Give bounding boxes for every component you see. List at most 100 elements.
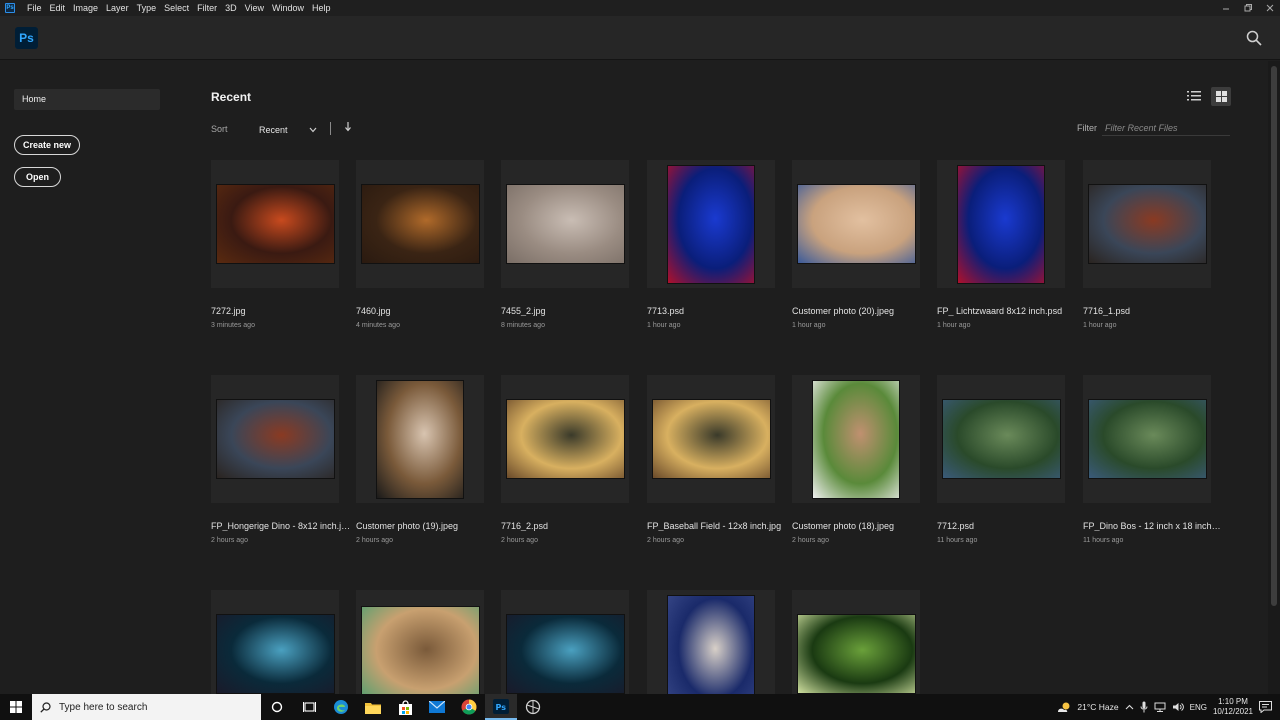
menu-3d[interactable]: 3D — [221, 0, 241, 16]
restore-icon[interactable] — [1244, 4, 1252, 12]
menu-window[interactable]: Window — [268, 0, 308, 16]
weather-text[interactable]: 21°C Haze — [1077, 702, 1118, 712]
file-modified-time: 2 hours ago — [211, 537, 248, 544]
file-thumbnail — [1087, 184, 1207, 264]
notifications-icon[interactable] — [1259, 701, 1272, 713]
start-button[interactable] — [0, 694, 32, 720]
sidebar-item-home[interactable]: Home — [14, 89, 160, 110]
open-button[interactable]: Open — [14, 167, 61, 187]
menu-type[interactable]: Type — [133, 0, 161, 16]
file-modified-time: 3 minutes ago — [211, 322, 255, 329]
menu-file[interactable]: File — [23, 0, 46, 16]
file-thumbnail-frame[interactable] — [501, 590, 629, 694]
recent-file-tile[interactable] — [647, 590, 775, 694]
scrollbar-thumb[interactable] — [1271, 66, 1277, 606]
grid-view-button[interactable] — [1211, 87, 1231, 106]
recent-file-tile[interactable] — [501, 590, 629, 694]
file-thumbnail-frame[interactable] — [792, 375, 920, 503]
file-thumbnail-frame[interactable] — [501, 375, 629, 503]
clock[interactable]: 1:10 PM 10/12/2021 — [1213, 697, 1253, 717]
file-thumbnail-frame[interactable] — [1083, 375, 1211, 503]
create-new-button[interactable]: Create new — [14, 135, 80, 155]
filter-input[interactable] — [1102, 120, 1230, 136]
file-thumbnail-frame[interactable] — [211, 160, 339, 288]
chrome-icon[interactable] — [453, 694, 485, 720]
task-view-icon[interactable] — [293, 694, 325, 720]
menu-filter[interactable]: Filter — [193, 0, 221, 16]
recent-file-tile[interactable]: FP_Baseball Field - 12x8 inch.jpg 2 hours… — [647, 375, 781, 544]
menu-help[interactable]: Help — [308, 0, 335, 16]
file-thumbnail-frame[interactable] — [211, 375, 339, 503]
menu-select[interactable]: Select — [160, 0, 193, 16]
weather-icon[interactable] — [1057, 701, 1071, 713]
keyboard-language[interactable]: ENG — [1190, 703, 1207, 712]
recent-file-tile[interactable] — [211, 590, 339, 694]
file-modified-time: 8 minutes ago — [501, 322, 545, 329]
cortana-icon[interactable] — [261, 694, 293, 720]
minimize-icon[interactable] — [1222, 4, 1230, 12]
file-explorer-icon[interactable] — [357, 694, 389, 720]
edge-icon[interactable] — [325, 694, 357, 720]
recent-file-tile[interactable]: Customer photo (20).jpeg 1 hour ago — [792, 160, 920, 329]
taskbar-search-input[interactable] — [59, 701, 249, 713]
microphone-icon[interactable] — [1140, 701, 1148, 713]
recent-file-tile[interactable]: 7713.psd 1 hour ago — [647, 160, 775, 329]
network-icon[interactable] — [1154, 702, 1166, 712]
mail-icon[interactable] — [421, 694, 453, 720]
file-thumbnail-frame[interactable] — [1083, 160, 1211, 288]
sort-dropdown[interactable]: Recent — [259, 123, 317, 137]
file-thumbnail-frame[interactable] — [501, 160, 629, 288]
file-thumbnail-frame[interactable] — [647, 590, 775, 694]
file-name: 7455_2.jpg — [501, 306, 546, 316]
recent-file-tile[interactable] — [792, 590, 920, 694]
recent-file-tile[interactable]: FP_Hongerige Dino - 8x12 inch.jpg 2 hours… — [211, 375, 351, 544]
recent-file-tile[interactable]: FP_ Lichtzwaard 8x12 inch.psd 1 hour ago — [937, 160, 1065, 329]
file-name: FP_ Lichtzwaard 8x12 inch.psd — [937, 306, 1063, 316]
file-thumbnail-frame[interactable] — [937, 375, 1065, 503]
menu-layer[interactable]: Layer — [102, 0, 133, 16]
file-thumbnail-frame[interactable] — [647, 160, 775, 288]
file-thumbnail-frame[interactable] — [356, 590, 484, 694]
file-thumbnail-frame[interactable] — [356, 160, 484, 288]
recent-file-tile[interactable]: 7455_2.jpg 8 minutes ago — [501, 160, 629, 329]
vertical-scrollbar[interactable] — [1268, 61, 1280, 694]
recent-file-tile[interactable]: 7460.jpg 4 minutes ago — [356, 160, 484, 329]
file-thumbnail-frame[interactable] — [356, 375, 484, 503]
recent-file-tile[interactable]: Customer photo (18).jpeg 2 hours ago — [792, 375, 920, 544]
recent-file-tile[interactable]: 7716_2.psd 2 hours ago — [501, 375, 629, 544]
search-icon[interactable] — [1246, 30, 1262, 46]
recent-file-tile[interactable]: 7716_1.psd 1 hour ago — [1083, 160, 1211, 329]
menu-edit[interactable]: Edit — [46, 0, 70, 16]
sort-direction-icon[interactable] — [344, 121, 352, 133]
file-thumbnail-frame[interactable] — [211, 590, 339, 694]
file-thumbnail — [941, 399, 1061, 479]
file-thumbnail-frame[interactable] — [792, 160, 920, 288]
clock-date: 10/12/2021 — [1212, 707, 1253, 716]
file-name: Customer photo (20).jpeg — [792, 306, 895, 316]
recent-file-tile[interactable]: FP_Dino Bos - 12 inch x 18 inch (... 11 h… — [1083, 375, 1221, 544]
recent-file-tile[interactable]: 7272.jpg 3 minutes ago — [211, 160, 339, 329]
file-name: 7712.psd — [937, 521, 975, 531]
file-thumbnail-frame[interactable] — [647, 375, 775, 503]
file-thumbnail-frame[interactable] — [792, 590, 920, 694]
close-icon[interactable] — [1266, 4, 1274, 12]
menu-view[interactable]: View — [241, 0, 268, 16]
recent-file-tile[interactable]: Customer photo (19).jpeg 2 hours ago — [356, 375, 484, 544]
file-thumbnail — [376, 379, 464, 499]
volume-icon[interactable] — [1172, 702, 1184, 712]
list-view-icon[interactable] — [1186, 88, 1202, 104]
file-modified-time: 2 hours ago — [792, 537, 829, 544]
photoshop-taskbar-icon[interactable]: Ps — [485, 694, 517, 720]
file-name: FP_Dino Bos - 12 inch x 18 inch (... — [1083, 521, 1221, 531]
app-taskbar-icon[interactable] — [517, 694, 549, 720]
file-thumbnail — [215, 399, 335, 479]
recent-file-tile[interactable] — [356, 590, 484, 694]
recent-file-tile[interactable]: 7712.psd 11 hours ago — [937, 375, 1065, 544]
file-modified-time: 4 minutes ago — [356, 322, 400, 329]
taskbar-search[interactable] — [32, 694, 261, 720]
menu-image[interactable]: Image — [69, 0, 102, 16]
photoshop-mini-icon[interactable]: Ps — [5, 3, 15, 13]
chevron-up-icon[interactable] — [1125, 704, 1134, 710]
store-icon[interactable] — [389, 694, 421, 720]
file-thumbnail-frame[interactable] — [937, 160, 1065, 288]
